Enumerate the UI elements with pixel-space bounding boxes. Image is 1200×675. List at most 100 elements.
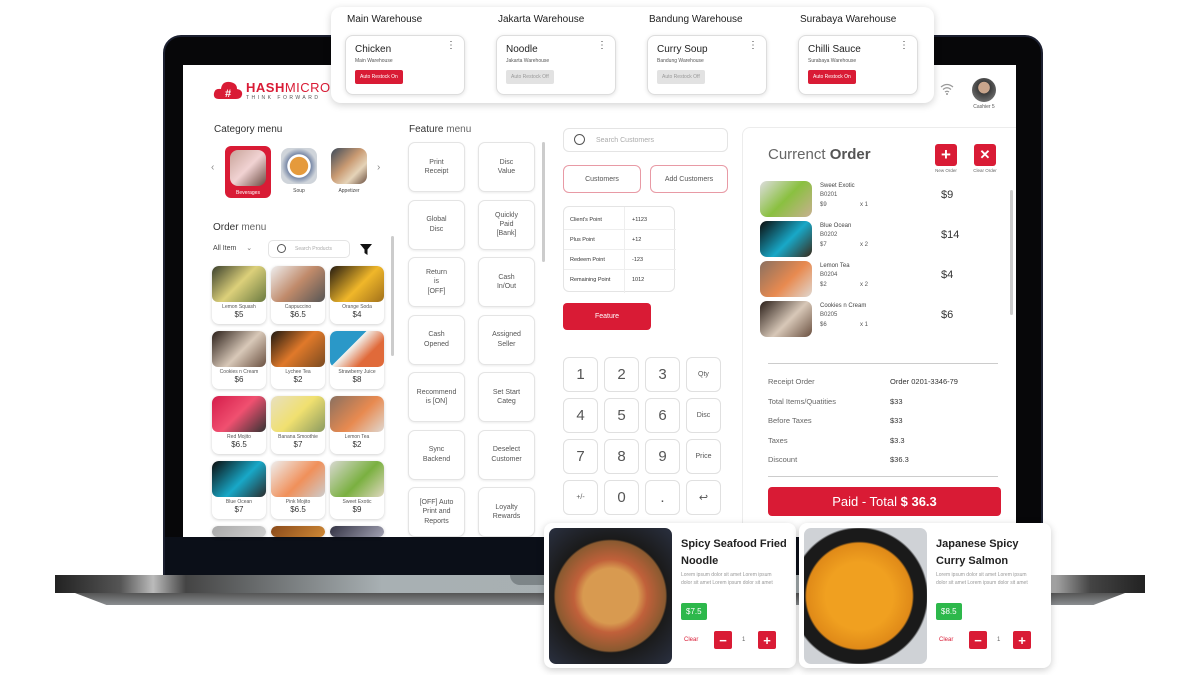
more-options-icon[interactable]: ⋮ <box>899 41 909 51</box>
keypad-key[interactable]: 4 <box>563 398 598 433</box>
feature-button[interactable]: Return is [OFF] <box>408 257 465 307</box>
product-card[interactable]: Cookies n Cream $6 <box>212 331 266 389</box>
product-price: $2 <box>352 440 362 449</box>
product-card[interactable]: Cappuccino $6.5 <box>271 266 325 324</box>
feature-button[interactable]: Assigned Seller <box>478 314 535 365</box>
product-card[interactable]: Orange Soda $4 <box>330 266 384 324</box>
filter-icon[interactable] <box>360 242 372 260</box>
dish-quantity: 1 <box>997 637 1001 643</box>
feature-button[interactable]: Loyalty Rewards <box>478 487 535 537</box>
keypad-key[interactable]: 3 <box>645 357 680 392</box>
category-item-beverages[interactable]: Beverages <box>225 146 271 198</box>
warehouse-card[interactable]: Chicken Main Warehouse Auto Restock On ⋮ <box>345 35 465 95</box>
auto-restock-toggle[interactable]: Auto Restock Off <box>657 70 705 84</box>
product-card[interactable] <box>271 526 325 537</box>
feature-button[interactable]: Deselect Customer <box>478 429 535 480</box>
decrement-button[interactable]: − <box>714 631 732 649</box>
decrement-button[interactable]: − <box>969 631 987 649</box>
keypad-key[interactable]: 6 <box>645 398 680 433</box>
keypad-key[interactable]: 1 <box>563 357 598 392</box>
feature-button[interactable]: [OFF] Auto Print and Reports <box>408 487 465 537</box>
customers-button[interactable]: Customers <box>563 165 641 193</box>
keypad-key[interactable]: . <box>645 480 680 515</box>
feature-button[interactable]: Recommend is [ON] <box>408 372 465 422</box>
feature-button[interactable]: Cash In/Out <box>478 257 535 307</box>
order-menu-scrollbar[interactable] <box>391 236 394 356</box>
feature-button[interactable]: Cash Opened <box>408 314 465 365</box>
more-options-icon[interactable]: ⋮ <box>446 41 456 51</box>
auto-restock-toggle[interactable]: Auto Restock On <box>808 70 856 84</box>
product-card[interactable]: Pink Mojito $6.5 <box>271 461 325 519</box>
warehouse-item-name: Noodle <box>506 44 538 55</box>
add-customers-button[interactable]: Add Customers <box>650 165 728 193</box>
keypad-key[interactable]: Price <box>686 439 721 474</box>
product-card[interactable]: Sweet Exotic $9 <box>330 461 384 519</box>
item-filter-dropdown[interactable]: All Item ⌄ <box>213 244 252 252</box>
keypad-key[interactable]: 5 <box>604 398 639 433</box>
dish-clear-button[interactable]: Clear <box>684 637 698 643</box>
feature-button[interactable]: Sync Backend <box>408 429 465 480</box>
product-card[interactable]: Banana Smoothie $7 <box>271 396 325 454</box>
feature-button[interactable]: Feature <box>563 303 651 330</box>
product-card[interactable]: Strawberry Juice $8 <box>330 331 384 389</box>
warehouse-card[interactable]: Chilli Sauce Surabaya Warehouse Auto Resto… <box>798 35 918 95</box>
product-card[interactable] <box>330 526 384 537</box>
feature-menu-scrollbar[interactable] <box>542 142 545 262</box>
product-search-input[interactable]: Search Products <box>268 240 350 258</box>
order-item-qty: x 1 <box>860 202 869 208</box>
clear-order-button[interactable]: ✕ <box>974 144 996 166</box>
category-item-appetizer[interactable]: Appetizer <box>328 148 370 194</box>
category-prev-icon[interactable]: ‹ <box>211 162 214 173</box>
keypad-key[interactable]: 9 <box>645 439 680 474</box>
more-options-icon[interactable]: ⋮ <box>597 41 607 51</box>
feature-button[interactable]: Disc Value <box>478 142 535 192</box>
dish-card[interactable]: Japanese Spicy Curry Salmon Lorem ipsum d… <box>799 523 1051 668</box>
order-line-item[interactable]: Lemon Tea B0204 $2 x 2 $4 <box>760 261 1010 297</box>
warehouse-item-name: Curry Soup <box>657 44 708 55</box>
auto-restock-toggle[interactable]: Auto Restock On <box>355 70 403 84</box>
order-line-item[interactable]: Blue Ocean B0202 $7 x 2 $14 <box>760 221 1010 257</box>
product-price: $6.5 <box>290 310 306 319</box>
product-card[interactable]: Lemon Tea $2 <box>330 396 384 454</box>
dish-card[interactable]: Spicy Seafood Fried Noodle Lorem ipsum do… <box>544 523 796 668</box>
product-card[interactable]: Lychee Tea $2 <box>271 331 325 389</box>
search-placeholder: Search Customers <box>596 137 654 144</box>
category-next-icon[interactable]: › <box>377 162 380 173</box>
feature-button[interactable]: Global Disc <box>408 199 465 250</box>
feature-button[interactable]: Quickly Paid [Bank] <box>478 199 535 250</box>
product-card[interactable] <box>212 526 266 537</box>
backspace-key[interactable]: ↩ <box>686 480 721 515</box>
keypad-key[interactable]: Qty <box>686 357 721 392</box>
customer-search-input[interactable]: Search Customers <box>563 128 728 152</box>
keypad-key[interactable]: 0 <box>604 480 639 515</box>
product-card[interactable]: Blue Ocean $7 <box>212 461 266 519</box>
summary-label: Total Items/Quatities <box>768 396 836 406</box>
warehouse-card[interactable]: Noodle Jakarta Warehouse Auto Restock Off ⋮ <box>496 35 616 95</box>
keypad-key[interactable]: +/- <box>563 480 598 515</box>
pay-total-button[interactable]: Paid - Total $ 36.3 <box>768 487 1001 516</box>
dish-clear-button[interactable]: Clear <box>939 637 953 643</box>
keypad-key[interactable]: 8 <box>604 439 639 474</box>
product-card[interactable]: Lemon Squash $5 <box>212 266 266 324</box>
category-item-soup[interactable]: Soup <box>278 148 320 194</box>
increment-button[interactable]: + <box>1013 631 1031 649</box>
order-scrollbar[interactable] <box>1010 190 1013 315</box>
warehouse-item-location: Bandung Warehouse <box>657 58 704 64</box>
product-image <box>330 526 384 537</box>
warehouse-card[interactable]: Curry Soup Bandung Warehouse Auto Restock … <box>647 35 767 95</box>
auto-restock-toggle[interactable]: Auto Restock Off <box>506 70 554 84</box>
order-line-item[interactable]: Sweet Exotic B0201 $9 x 1 $9 <box>760 181 1010 217</box>
feature-button[interactable]: Print Receipt <box>408 142 465 192</box>
new-order-button[interactable]: + <box>935 144 957 166</box>
brand-logo: # <box>213 79 243 106</box>
keypad-key[interactable]: 2 <box>604 357 639 392</box>
feature-button[interactable]: Set Start Categ <box>478 372 535 422</box>
product-card[interactable]: Red Mojito $6.5 <box>212 396 266 454</box>
increment-button[interactable]: + <box>758 631 776 649</box>
more-options-icon[interactable]: ⋮ <box>748 41 758 51</box>
keypad-key[interactable]: 7 <box>563 439 598 474</box>
order-line-item[interactable]: Cookies n Cream B0205 $6 x 1 $6 <box>760 301 1010 337</box>
user-avatar[interactable] <box>972 78 996 102</box>
product-price: $6.5 <box>231 440 247 449</box>
keypad-key[interactable]: Disc <box>686 398 721 433</box>
